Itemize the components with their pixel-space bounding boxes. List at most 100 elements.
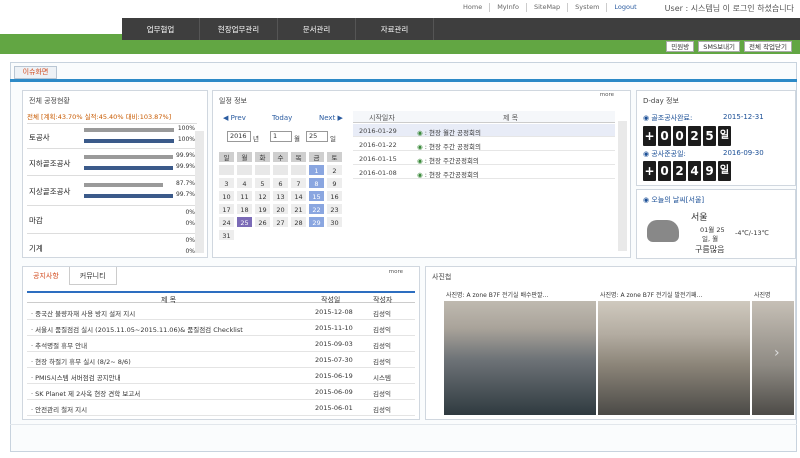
- event-date: 2016-01-15: [359, 155, 397, 163]
- event-row[interactable]: 2016-01-08 ◉ : 현장 주간공정회의: [353, 166, 615, 179]
- notice-more-link[interactable]: more: [389, 269, 403, 275]
- notice-row[interactable]: · 현장 하절기 휴무 실시 (8/2~ 8/6) 2015-07-30 김성익: [27, 352, 415, 368]
- calendar-day[interactable]: 25: [236, 216, 253, 228]
- calendar-day[interactable]: 20: [272, 203, 289, 215]
- calendar-day[interactable]: 8: [308, 177, 325, 189]
- calendar-day[interactable]: 15: [308, 190, 325, 202]
- notice-date: 2015-11-10: [315, 324, 353, 332]
- notice-row[interactable]: · 서울시 품질점검 실시 (2015.11.05~2015.11.06)& 품…: [27, 320, 415, 336]
- calendar-day[interactable]: 1: [308, 164, 325, 176]
- calendar-day[interactable]: 26: [254, 216, 271, 228]
- notice-title: 추석명절 휴무 안내: [35, 342, 88, 350]
- calendar-day[interactable]: 31: [218, 229, 235, 241]
- progress-title: 전체 공정현황: [29, 97, 70, 105]
- photo-thumbnail[interactable]: 사진명: [752, 291, 794, 415]
- calendar-day[interactable]: 11: [236, 190, 253, 202]
- progress-value-actual: 0%: [185, 248, 195, 255]
- calendar-day[interactable]: 10: [218, 190, 235, 202]
- nav-item-docs[interactable]: 문서관리: [278, 18, 356, 41]
- issue-tab[interactable]: 이슈화면: [14, 66, 57, 79]
- progress-row-label: 지상골조공사: [29, 187, 71, 196]
- schedule-panel: 일정 정보 more ◀ Prev Today Next ▶ 2016 년 1 …: [212, 90, 631, 258]
- tab-notice[interactable]: 공지사항: [23, 267, 70, 285]
- calendar-day[interactable]: 14: [290, 190, 307, 202]
- tab-community[interactable]: 커뮤니티: [69, 267, 117, 285]
- photo-title: 사진첩: [432, 273, 452, 281]
- progress-scrollbar[interactable]: [195, 131, 204, 253]
- dday-digit: 0: [658, 161, 671, 181]
- notice-row[interactable]: · 추석명절 휴무 안내 2015-09-03 김성익: [27, 336, 415, 352]
- calendar-day[interactable]: 12: [254, 190, 271, 202]
- next-label: Next: [319, 114, 336, 122]
- myinfo-link[interactable]: MyInfo: [490, 3, 527, 12]
- progress-value-actual: 99.9%: [175, 163, 195, 170]
- calendar-day[interactable]: 23: [326, 203, 343, 215]
- photo-thumbnail[interactable]: 사진명: A zone B7F 전기실 배수판깔...: [444, 291, 596, 415]
- notice-row[interactable]: · 안전관리 철저 지시 2015-06-01 김성익: [27, 400, 415, 416]
- notice-row[interactable]: · 중국산 불량자재 사용 방지 설저 지시 2015-12-08 김성익: [27, 304, 415, 320]
- calendar-day[interactable]: 30: [326, 216, 343, 228]
- photo-thumbnail[interactable]: 사진명: A zone B7F 전기실 발전기패...: [598, 291, 750, 415]
- calendar-day[interactable]: 4: [236, 177, 253, 189]
- calendar-day[interactable]: 6: [272, 177, 289, 189]
- year-select[interactable]: 2016: [227, 131, 251, 142]
- notice-date: 2015-06-09: [315, 388, 353, 396]
- notice-title: 안전관리 철저 지시: [35, 406, 88, 414]
- event-icon: ◉: [417, 157, 423, 165]
- event-title-text: 현장 주간공정회의: [429, 157, 479, 165]
- event-row[interactable]: 2016-01-22 ◉ : 현장 주간 공정회의: [353, 138, 615, 151]
- logout-link[interactable]: Logout: [607, 3, 643, 12]
- event-row[interactable]: 2016-01-15 ◉ : 현장 주간공정회의: [353, 152, 615, 165]
- calendar-day[interactable]: 5: [254, 177, 271, 189]
- sitemap-link[interactable]: SiteMap: [527, 3, 569, 12]
- nav-item-data[interactable]: 자료관리: [356, 18, 434, 41]
- calendar-day[interactable]: 9: [326, 177, 343, 189]
- notice-row[interactable]: · SK Planet 제 2사옥 현장 견학 보고서 2015-06-09 김성익: [27, 384, 415, 400]
- next-arrow-icon[interactable]: ›: [774, 345, 780, 361]
- header-start-date: 시작일자: [369, 114, 395, 122]
- calendar-day[interactable]: 18: [236, 203, 253, 215]
- weather-day: 일, 월: [702, 235, 719, 243]
- close-all-button[interactable]: 전체 작업닫기: [744, 41, 792, 52]
- calendar-day[interactable]: 24: [218, 216, 235, 228]
- notice-writer: 김성익: [373, 406, 391, 414]
- notice-row[interactable]: · PMIS시스템 서버점검 공지안내 2015-06-19 시스템: [27, 368, 415, 384]
- dday-label-text: 공사준공일:: [651, 150, 686, 158]
- day-select[interactable]: 25: [306, 131, 328, 142]
- calendar-day[interactable]: 13: [272, 190, 289, 202]
- calendar-day[interactable]: 19: [254, 203, 271, 215]
- system-link[interactable]: System: [568, 3, 608, 12]
- nav-item-collab[interactable]: 업무협업: [122, 18, 200, 41]
- schedule-scrollbar[interactable]: [618, 121, 627, 251]
- complaint-button[interactable]: 민원방: [666, 41, 695, 52]
- progress-value-plan: 100%: [177, 125, 195, 132]
- event-title: ◉ : 현장 월간 공정회의: [417, 129, 481, 137]
- month-select[interactable]: 1: [270, 131, 292, 142]
- calendar-day[interactable]: 16: [326, 190, 343, 202]
- calendar-day[interactable]: 17: [218, 203, 235, 215]
- calendar-day[interactable]: 7: [290, 177, 307, 189]
- nav-item-site[interactable]: 현장업무관리: [200, 18, 278, 41]
- home-link[interactable]: Home: [456, 3, 491, 12]
- progress-row: 마감 0% 0%: [27, 205, 197, 233]
- event-title: ◉ : 현장 주간공정회의: [417, 171, 479, 179]
- calendar-day[interactable]: 28: [290, 216, 307, 228]
- weather-city: 서울: [691, 213, 708, 223]
- progress-bar-plan: [84, 128, 174, 132]
- calendar-day[interactable]: 22: [308, 203, 325, 215]
- notice-writer: 김성익: [373, 342, 391, 350]
- event-row[interactable]: 2016-01-29 ◉ : 현장 월간 공정회의: [353, 124, 615, 137]
- top-links: Home MyInfo SiteMap System Logout: [456, 3, 644, 12]
- weekday-header: 금: [308, 151, 325, 163]
- calendar-next-button[interactable]: Next ▶: [319, 114, 343, 122]
- sms-button[interactable]: SMS보내기: [698, 41, 741, 52]
- progress-row: 기계 0% 0%: [27, 233, 197, 257]
- calendar-day[interactable]: 21: [290, 203, 307, 215]
- calendar-day[interactable]: 27: [272, 216, 289, 228]
- calendar-prev-button[interactable]: ◀ Prev: [223, 114, 246, 122]
- calendar-today-button[interactable]: Today: [272, 114, 292, 122]
- calendar-day[interactable]: 2: [326, 164, 343, 176]
- calendar-day[interactable]: 29: [308, 216, 325, 228]
- calendar-day[interactable]: 3: [218, 177, 235, 189]
- schedule-more-link[interactable]: more: [600, 92, 614, 98]
